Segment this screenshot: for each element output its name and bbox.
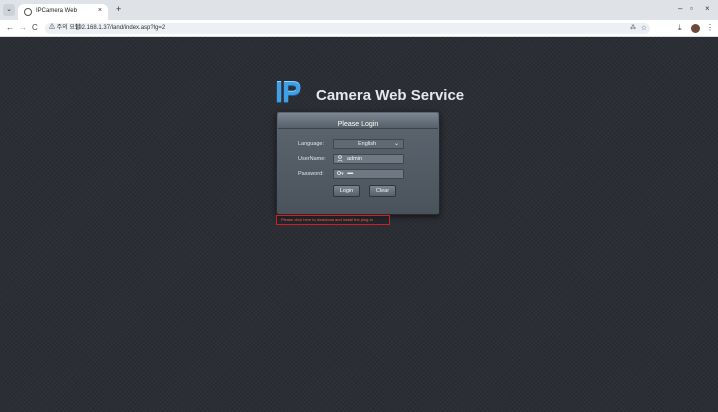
clear-button[interactable]: Clear <box>369 185 396 197</box>
chevron-down-icon: ⌄ <box>393 141 399 147</box>
browser-tab[interactable]: IPCamera Web × <box>18 4 108 20</box>
browser-tab-strip: ⌄ IPCamera Web × + – ▫ × <box>0 0 718 20</box>
login-button[interactable]: Login <box>333 185 360 197</box>
new-tab-button[interactable]: + <box>116 5 121 14</box>
browser-menu-icon[interactable]: ⋮ <box>706 23 714 33</box>
language-select[interactable]: English ⌄ <box>333 139 404 149</box>
login-panel-title: Please Login <box>337 121 379 128</box>
logo-text: Camera Web Service <box>316 87 465 104</box>
download-icon[interactable]: ⤓ <box>678 23 682 33</box>
logo-ip-mark: IP <box>275 77 301 109</box>
username-label: UserName: <box>298 156 326 162</box>
login-panel: Please Login Language: English ⌄ UserNam… <box>276 111 440 215</box>
address-bar[interactable]: ⚠ 주의 요함 192.168.1.37/land/index.asp?lg=2… <box>45 23 650 34</box>
login-panel-header: Please Login <box>278 113 438 129</box>
password-label: Password: <box>298 171 324 177</box>
browser-toolbar: ← → C ⚠ 주의 요함 192.168.1.37/land/index.as… <box>0 20 718 37</box>
username-input[interactable]: admin <box>333 154 404 164</box>
window-close-button[interactable]: × <box>705 5 710 13</box>
language-label: Language: <box>298 141 324 147</box>
plugin-download-text: Please click here to download and instal… <box>281 217 373 222</box>
translate-icon[interactable]: ⁂ <box>630 24 636 33</box>
tab-search-button[interactable]: ⌄ <box>3 4 15 16</box>
page-content: IP Camera Web Service Please Login Langu… <box>0 37 718 412</box>
profile-avatar[interactable] <box>691 24 700 33</box>
back-button[interactable]: ← <box>6 23 14 33</box>
globe-icon <box>24 8 32 16</box>
password-input[interactable]: •••••• <box>333 169 404 179</box>
bookmark-star-icon[interactable]: ☆ <box>641 24 647 33</box>
reload-button[interactable]: C <box>32 23 38 33</box>
password-masked-value: •••••• <box>347 171 353 177</box>
tab-close-icon[interactable]: × <box>98 7 102 14</box>
tab-title: IPCamera Web <box>36 8 77 14</box>
username-value: admin <box>347 156 362 162</box>
user-icon <box>337 155 343 165</box>
maximize-button[interactable]: ▫ <box>690 5 693 13</box>
language-select-value: English <box>358 141 377 147</box>
forward-button[interactable]: → <box>19 23 27 33</box>
url-text[interactable]: 192.168.1.37/land/index.asp?lg=2 <box>75 24 165 33</box>
plugin-download-link[interactable]: Please click here to download and instal… <box>276 215 390 225</box>
key-icon <box>337 170 344 180</box>
minimize-button[interactable]: – <box>678 5 682 13</box>
